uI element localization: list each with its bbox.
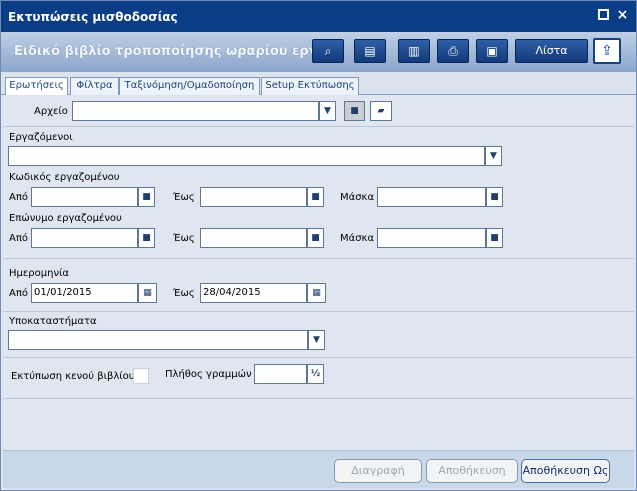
employees-label: Εργαζόμενοι	[9, 132, 73, 143]
lookup-icon: ■	[490, 233, 499, 243]
file-clear-button[interactable]: ▰	[370, 101, 392, 121]
separator	[3, 126, 634, 127]
employee-code-mask-label: Μάσκα	[340, 192, 375, 203]
employee-code-mask-lookup[interactable]: ■	[486, 187, 503, 207]
employee-surname-to-label: Έως	[173, 233, 195, 244]
employee-code-to-lookup[interactable]: ■	[307, 187, 324, 207]
tab-filters[interactable]: Φίλτρα	[70, 77, 119, 95]
window-titlebar: Εκτυπώσεις μισθοδοσίας ×	[1, 1, 636, 32]
employee-code-from-lookup[interactable]: ■	[138, 187, 155, 207]
report-icon: ▤	[364, 44, 376, 58]
employee-code-from-label: Από	[9, 192, 28, 203]
line-count-label: Πλήθος γραμμών	[165, 369, 252, 380]
print-empty-book-label: Εκτύπωση κενού βιβλίου	[11, 371, 135, 382]
separator	[3, 357, 634, 358]
employees-dropdown-button[interactable]: ▼	[485, 146, 502, 166]
list-button[interactable]: Λίστα	[515, 39, 588, 63]
employee-surname-from-lookup[interactable]: ■	[138, 228, 155, 248]
search-button[interactable]: ⌕	[312, 39, 344, 63]
branches-label: Υποκαταστήματα	[9, 316, 97, 327]
line-count-field[interactable]	[254, 364, 307, 384]
employee-surname-mask-field[interactable]	[377, 228, 486, 248]
employee-surname-to-field[interactable]	[200, 228, 307, 248]
stepper-icon: ½	[310, 369, 321, 379]
date-to-calendar-button[interactable]: ▦	[307, 283, 326, 303]
window-title: Εκτυπώσεις μισθοδοσίας	[8, 10, 178, 24]
print-window: Εκτυπώσεις μισθοδοσίας × Ειδικό βιβλίο τ…	[0, 0, 637, 491]
save-as-button[interactable]: Αποθήκευση Ως	[521, 459, 610, 483]
employee-surname-mask-label: Μάσκα	[340, 233, 375, 244]
file-load-button[interactable]: ■	[344, 101, 365, 121]
employee-surname-mask-lookup[interactable]: ■	[486, 228, 503, 248]
branches-dropdown-button[interactable]: ▼	[308, 330, 325, 350]
file-dropdown-button[interactable]: ▼	[319, 101, 336, 121]
file-field[interactable]	[72, 101, 319, 121]
tab-sorting-grouping[interactable]: Ταξινόμηση/Ομαδοποίηση	[119, 77, 260, 95]
calendar-icon: ▦	[312, 288, 321, 298]
separator	[3, 258, 634, 259]
date-to-field[interactable]: 28/04/2015	[200, 283, 307, 303]
line-count-stepper[interactable]: ½	[307, 364, 324, 384]
lookup-icon: ■	[311, 192, 320, 202]
preview-button[interactable]: ▣	[476, 39, 508, 63]
employee-surname-from-label: Από	[9, 233, 28, 244]
tab-questions[interactable]: Ερωτήσεις	[5, 77, 68, 95]
file-label: Αρχείο	[34, 106, 68, 117]
export-button[interactable]: ⇪	[593, 38, 621, 64]
lookup-icon: ■	[142, 233, 151, 243]
lookup-icon: ■	[490, 192, 499, 202]
columns-icon: ▥	[408, 44, 420, 58]
print-icon: ⎙	[448, 44, 458, 58]
employee-code-label: Κωδικός εργαζομένου	[9, 172, 120, 183]
calendar-icon: ▦	[143, 288, 152, 298]
maximize-icon[interactable]	[598, 9, 609, 20]
date-to-label: Έως	[173, 288, 195, 299]
print-empty-book-checkbox[interactable]	[133, 368, 149, 384]
chevron-down-icon: ▼	[324, 106, 331, 116]
date-from-calendar-button[interactable]: ▦	[138, 283, 157, 303]
report-title: Ειδικό βιβλίο τροποποίησης ωραρίου εργασ…	[14, 44, 319, 59]
chevron-down-icon: ▼	[313, 335, 320, 345]
close-icon[interactable]: ×	[616, 8, 629, 22]
delete-button[interactable]: Διαγραφή	[334, 459, 422, 483]
chevron-down-icon: ▼	[490, 151, 497, 161]
lookup-icon: ■	[142, 192, 151, 202]
export-icon: ⇪	[601, 43, 613, 59]
columns-button[interactable]: ▥	[398, 39, 430, 63]
employees-field[interactable]	[8, 146, 485, 166]
search-icon: ⌕	[324, 44, 332, 58]
date-label: Ημερομηνία	[9, 268, 70, 279]
save-button[interactable]: Αποθήκευση	[426, 459, 518, 483]
employee-surname-to-lookup[interactable]: ■	[307, 228, 324, 248]
employee-code-to-label: Έως	[173, 192, 195, 203]
employee-surname-from-field[interactable]	[31, 228, 138, 248]
branches-field[interactable]	[8, 330, 308, 350]
separator	[3, 398, 634, 399]
date-from-field[interactable]: 01/01/2015	[31, 283, 138, 303]
employee-surname-label: Επώνυμο εργαζομένου	[9, 213, 122, 224]
load-icon: ■	[350, 106, 359, 116]
separator	[3, 311, 634, 312]
tab-strip: Ερωτήσεις Φίλτρα Ταξινόμηση/Ομαδοποίηση …	[1, 77, 636, 95]
report-button[interactable]: ▤	[354, 39, 386, 63]
date-from-label: Από	[9, 288, 28, 299]
lookup-icon: ■	[311, 233, 320, 243]
employee-code-mask-field[interactable]	[377, 187, 486, 207]
clear-icon: ▰	[377, 106, 385, 116]
print-button[interactable]: ⎙	[437, 39, 469, 63]
employee-code-from-field[interactable]	[31, 187, 138, 207]
tab-print-setup[interactable]: Setup Εκτύπωσης	[261, 77, 359, 95]
employee-code-to-field[interactable]	[200, 187, 307, 207]
preview-icon: ▣	[486, 44, 498, 58]
